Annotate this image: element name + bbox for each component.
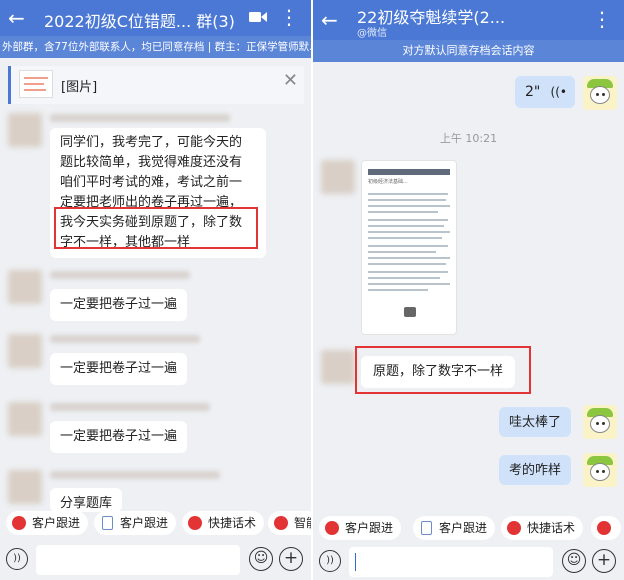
back-arrow-icon[interactable]: ← <box>321 8 338 32</box>
avatar[interactable] <box>8 402 42 436</box>
message-line: 同学们，我考完了，可能今天的 <box>60 135 243 150</box>
emoji-icon[interactable]: ☺ <box>562 549 586 573</box>
archive-notice: 对方默认同意存档会话内容 <box>313 40 624 62</box>
emoji-icon[interactable]: ☺ <box>249 547 273 571</box>
video-call-icon[interactable] <box>249 11 267 23</box>
quick-tabs: 客户跟进 客户跟进 快捷话术 <box>313 512 624 542</box>
tab-smart[interactable]: 智能 <box>268 511 311 535</box>
message-input[interactable] <box>349 547 553 577</box>
quoted-image-preview[interactable]: [图片] ✕ <box>8 66 304 104</box>
tab-quick-reply[interactable]: 快捷话术 <box>501 516 584 540</box>
left-chat-pane: ← 2022初级C位错题... 群(3) ⋮ 外部群，含77位外部联系人，均已同… <box>0 0 311 580</box>
smart-icon <box>274 516 288 530</box>
tab-label: 智能 <box>294 516 311 530</box>
highlight-box <box>355 346 531 394</box>
message-bubble[interactable]: 一定要把卷子过一遍 <box>50 289 188 321</box>
quick-tabs: 客户跟进 客户跟进 快捷话术 智能 <box>0 507 311 537</box>
sender-name <box>50 471 220 479</box>
smart-icon <box>597 521 611 535</box>
plus-icon[interactable]: + <box>592 549 616 573</box>
tab-smart[interactable] <box>591 516 621 540</box>
group-title: 2022初级C位错题... 群(3) <box>44 12 235 31</box>
my-avatar[interactable] <box>583 453 617 487</box>
highlight-box <box>54 207 258 249</box>
customer-follow-icon <box>12 516 26 530</box>
right-header: ← 22初级夺魁续学(2... @微信 ⋮ <box>313 0 624 40</box>
message-bubble[interactable]: 一定要把卷子过一遍 <box>50 353 188 385</box>
tab-label: 客户跟进 <box>120 516 169 530</box>
sender-name <box>50 271 190 279</box>
sender-name <box>50 114 230 122</box>
document-icon <box>421 521 432 535</box>
image-thumbnail <box>19 70 53 98</box>
voice-duration: 2" <box>525 84 541 100</box>
my-message-bubble[interactable]: 考的咋样 <box>499 455 572 485</box>
back-arrow-icon[interactable]: ← <box>8 6 25 30</box>
tab-label: 快捷话术 <box>527 521 576 535</box>
my-avatar[interactable] <box>583 405 617 439</box>
tab-label: 客户跟进 <box>32 516 81 530</box>
quick-reply-icon <box>507 521 521 535</box>
close-icon[interactable]: ✕ <box>283 70 298 91</box>
message-bubble[interactable]: 一定要把卷子过一遍 <box>50 421 188 453</box>
avatar[interactable] <box>8 334 42 368</box>
tab-label: 客户跟进 <box>439 521 488 535</box>
voice-icon[interactable]: )) <box>6 548 28 570</box>
avatar[interactable] <box>8 113 42 147</box>
document-image-message[interactable]: 初级经济法基础... <box>361 160 457 335</box>
sender-name <box>50 403 210 411</box>
voice-wave-icon: ((• <box>550 85 567 99</box>
input-bar: )) ☺ + <box>313 542 624 580</box>
timestamp: 上午 10:21 <box>439 132 498 145</box>
archive-notice: 外部群，含77位外部联系人，均已同意存档 | 群主：正保学管师默... <box>0 36 311 58</box>
customer-follow-icon <box>325 521 339 535</box>
text-caret <box>355 553 356 571</box>
avatar[interactable] <box>321 350 355 384</box>
tab-customer-follow[interactable]: 客户跟进 <box>319 516 402 540</box>
tab-label: 客户跟进 <box>345 521 394 535</box>
tab-customer-follow-doc[interactable]: 客户跟进 <box>413 516 496 540</box>
sender-name <box>50 335 200 343</box>
tab-customer-follow[interactable]: 客户跟进 <box>6 511 89 535</box>
avatar[interactable] <box>8 270 42 304</box>
my-message-bubble[interactable]: 哇太棒了 <box>499 407 572 437</box>
avatar[interactable] <box>8 470 42 504</box>
quick-reply-icon <box>188 516 202 530</box>
more-vertical-icon[interactable]: ⋮ <box>592 8 612 30</box>
message-input[interactable] <box>36 545 240 575</box>
input-bar: )) ☺ + <box>0 540 311 580</box>
tab-label: 快捷话术 <box>208 516 257 530</box>
voice-icon[interactable]: )) <box>319 550 341 572</box>
plus-icon[interactable]: + <box>279 547 303 571</box>
message-line: 题比较简单，我觉得难度还没有 <box>60 155 243 170</box>
quote-label: [图片] <box>61 80 98 95</box>
more-vertical-icon[interactable]: ⋮ <box>279 6 299 28</box>
doc-image-title: 初级经济法基础... <box>368 179 408 185</box>
message-line: 咱们平时考试的难，考试之前一 <box>60 175 243 190</box>
document-icon <box>102 516 113 530</box>
tab-quick-reply[interactable]: 快捷话术 <box>182 511 265 535</box>
tab-customer-follow-doc[interactable]: 客户跟进 <box>94 511 177 535</box>
my-avatar[interactable] <box>583 76 617 110</box>
chat-subtitle: @微信 <box>357 28 387 39</box>
right-chat-pane: ← 22初级夺魁续学(2... @微信 ⋮ 对方默认同意存档会话内容 2" ((… <box>313 0 624 580</box>
left-header: ← 2022初级C位错题... 群(3) ⋮ <box>0 0 311 36</box>
avatar[interactable] <box>321 160 355 194</box>
voice-message-bubble[interactable]: 2" ((• <box>515 76 575 108</box>
